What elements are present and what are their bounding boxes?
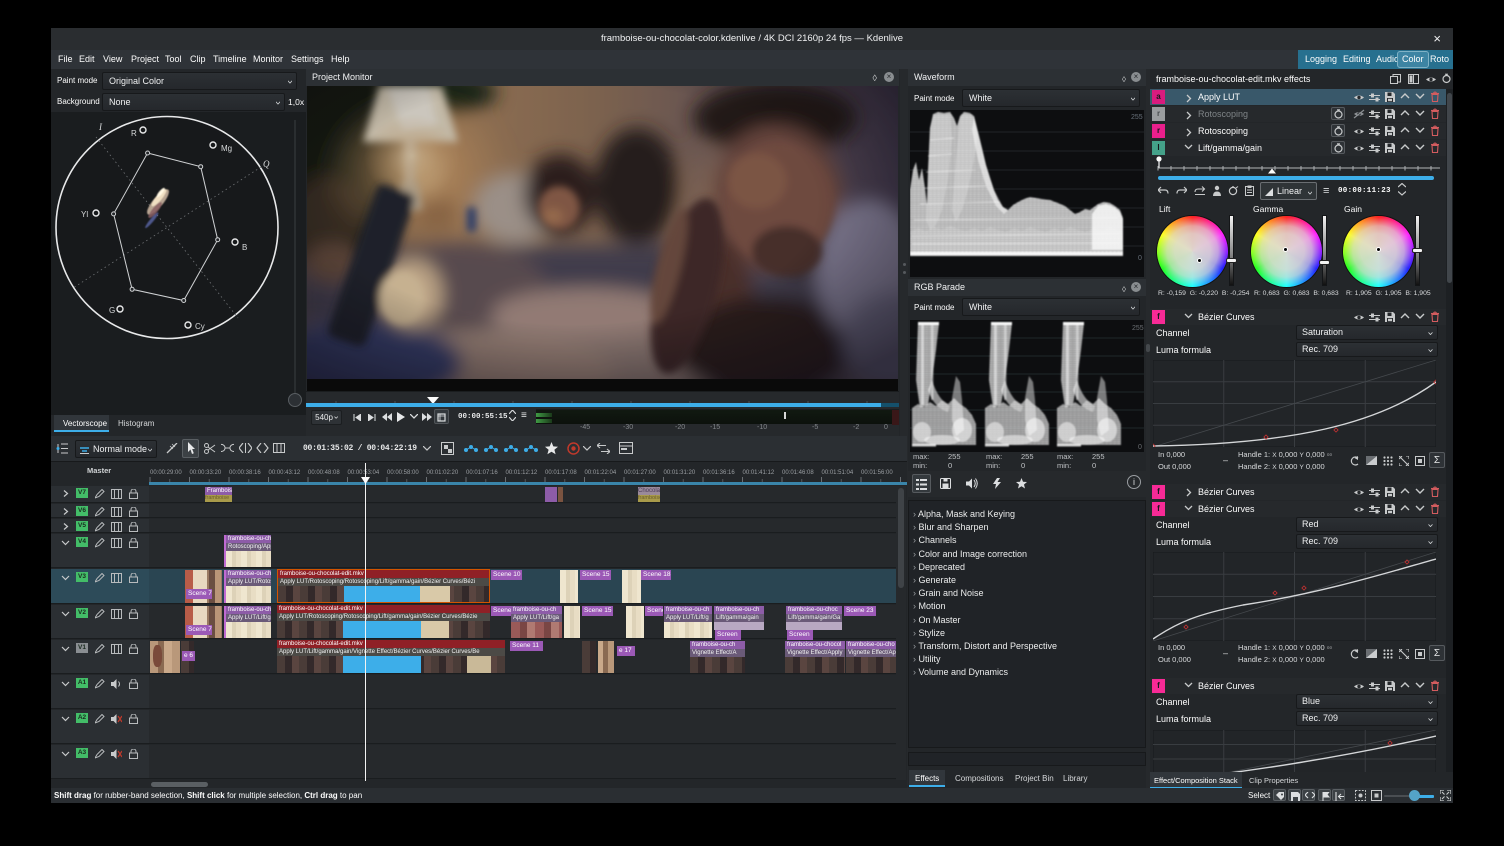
- svg-text:Q: Q: [263, 159, 270, 169]
- svg-text:Yl: Yl: [81, 210, 88, 219]
- svg-text:Mg: Mg: [221, 144, 232, 153]
- svg-text:255: 255: [1131, 114, 1143, 121]
- svg-text:0: 0: [1138, 255, 1142, 262]
- svg-text:G: G: [109, 306, 115, 315]
- svg-text:B: B: [242, 243, 247, 252]
- svg-text:Cy: Cy: [195, 322, 205, 331]
- svg-text:R: R: [131, 129, 137, 138]
- svg-text:255: 255: [1132, 325, 1144, 332]
- svg-text:0: 0: [1138, 444, 1142, 451]
